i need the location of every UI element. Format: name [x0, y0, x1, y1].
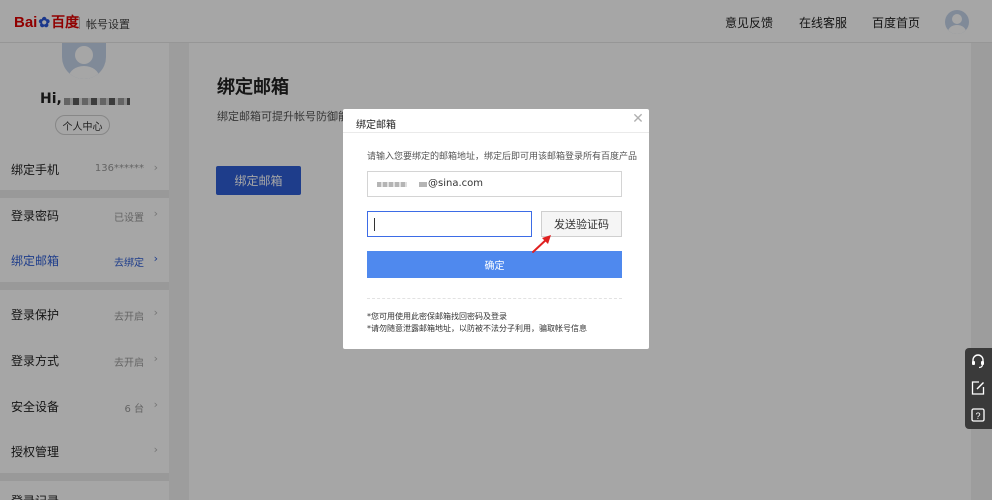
dialog-notes-divider: [367, 298, 622, 299]
dialog-title: 绑定邮箱: [356, 120, 396, 131]
verification-code-input[interactable]: [367, 211, 532, 237]
dialog-hint: 请输入您要绑定的邮箱地址，绑定后即可用该邮箱登录所有百度产品: [367, 152, 638, 162]
dialog-note: *您可用使用此密保邮箱找回密码及登录: [367, 312, 507, 321]
email-masked-part: [377, 182, 407, 187]
email-domain-text: @sina.com: [428, 178, 483, 189]
edit-icon[interactable]: [970, 380, 986, 396]
floating-toolbar: ?: [965, 348, 992, 429]
confirm-button[interactable]: 确定: [367, 251, 622, 278]
help-icon[interactable]: ?: [970, 407, 986, 423]
close-icon[interactable]: ✕: [631, 112, 645, 126]
arrow-annotation-icon: [532, 235, 551, 253]
email-masked-part: [419, 182, 427, 187]
headset-icon[interactable]: [970, 353, 986, 369]
text-caret: [374, 218, 375, 231]
dialog-note: *请勿随意泄露邮箱地址，以防被不法分子利用，骗取帐号信息: [367, 324, 587, 333]
svg-text:?: ?: [975, 411, 980, 421]
email-field[interactable]: @sina.com: [367, 171, 622, 197]
bind-email-dialog: 绑定邮箱 ✕ 请输入您要绑定的邮箱地址，绑定后即可用该邮箱登录所有百度产品 @s…: [343, 109, 649, 349]
dialog-divider: [343, 132, 649, 133]
